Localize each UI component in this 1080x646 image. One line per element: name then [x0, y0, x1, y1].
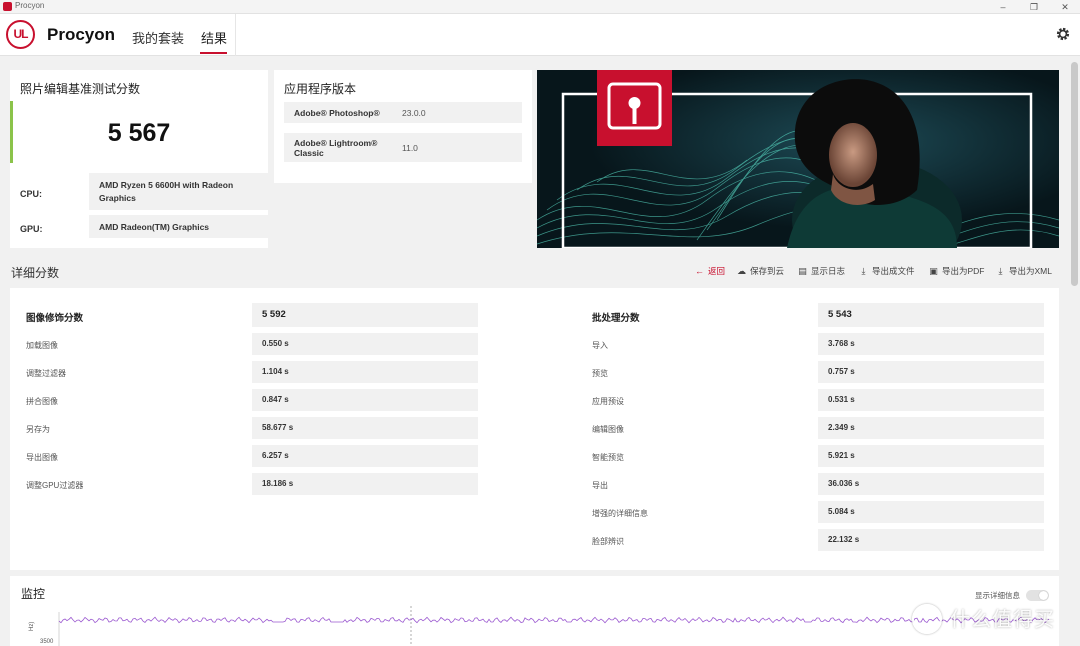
- cpu-label: CPU:: [20, 189, 42, 199]
- brand-name: Procyon: [47, 25, 116, 44]
- benchmark-score-card: 照片编辑基准测试分数 5 567 CPU: AMD Ryzen 5 6600H …: [10, 70, 268, 248]
- watermark-text: 什么值得买: [950, 609, 1055, 631]
- back-button[interactable]: ← 返回: [694, 265, 725, 277]
- document-icon: ▤: [798, 266, 807, 276]
- app-name: Adobe® Photoshop®: [294, 108, 380, 118]
- metric-label: 调整GPU过滤器: [26, 481, 84, 490]
- metric-label: 导入: [592, 341, 608, 350]
- app-version: 11.0: [402, 143, 418, 153]
- app-versions-card: 应用程序版本 Adobe® Photoshop® 23.0.0 Adobe® L…: [274, 70, 532, 183]
- export-pdf-button[interactable]: ▣ 导出为PDF: [928, 265, 984, 277]
- window-titlebar: Procyon – ❐ ✕: [0, 0, 1080, 14]
- download-icon: ⤓: [998, 266, 1003, 276]
- metric-value: 2.349 s: [818, 417, 1044, 439]
- tab-results[interactable]: 结果: [201, 28, 227, 47]
- detailed-scores-title: 详细分数: [11, 266, 60, 280]
- save-icon: ▣: [929, 266, 938, 276]
- metric-value: 5.921 s: [818, 445, 1044, 467]
- metric-label: 编辑图像: [592, 425, 624, 434]
- header-divider: [235, 14, 236, 56]
- banner-artwork: [537, 70, 1059, 248]
- scrollbar-thumb[interactable]: [1071, 62, 1078, 286]
- app-icon: [3, 2, 12, 11]
- metric-label: 应用预设: [592, 397, 624, 406]
- show-details-toggle[interactable]: [1026, 590, 1049, 601]
- settings-gear-icon[interactable]: [1055, 26, 1071, 42]
- group-title: 批处理分数: [592, 313, 640, 324]
- export-xml-button[interactable]: ⤓ 导出为XML: [995, 265, 1052, 277]
- metric-label: 智能预览: [592, 453, 624, 462]
- metric-value: 0.847 s: [252, 389, 478, 411]
- app-version: 23.0.0: [402, 108, 426, 118]
- group-score: 5 543: [818, 303, 1044, 327]
- monitoring-card: 监控 显示详细信息 Hz) 3500: [10, 576, 1059, 646]
- show-log-button[interactable]: ▤ 显示日志: [797, 265, 845, 277]
- metric-value: 1.104 s: [252, 361, 478, 383]
- app-name: Adobe® Lightroom® Classic: [294, 138, 378, 158]
- metric-value: 5.084 s: [818, 501, 1044, 523]
- back-arrow-icon: ←: [695, 266, 704, 276]
- metric-value: 36.036 s: [818, 473, 1044, 495]
- metric-value: 0.757 s: [818, 361, 1044, 383]
- save-to-cloud-button[interactable]: ☁ 保存到云: [736, 265, 784, 277]
- tab-my-suites[interactable]: 我的套装: [132, 28, 184, 47]
- export-file-button[interactable]: ⤓ 导出成文件: [858, 265, 915, 277]
- cloud-upload-icon: ☁: [737, 266, 746, 276]
- metric-label: 增强的详细信息: [592, 509, 648, 518]
- metric-value: 3.768 s: [818, 333, 1044, 355]
- metric-label: 拼合图像: [26, 397, 58, 406]
- metric-value: 18.186 s: [252, 473, 478, 495]
- close-icon[interactable]: ✕: [1050, 0, 1080, 14]
- score-card-title: 照片编辑基准测试分数: [20, 82, 141, 96]
- benchmark-banner-image: [537, 70, 1059, 248]
- maximize-icon[interactable]: ❐: [1019, 0, 1049, 14]
- detailed-scores-card: 图像修饰分数 5 592 加载图像 0.550 s 调整过滤器 1.104 s …: [10, 288, 1059, 570]
- gpu-label: GPU:: [20, 224, 43, 234]
- watermark-icon: [912, 604, 942, 634]
- metric-label: 调整过滤器: [26, 369, 66, 378]
- download-icon: ⤓: [861, 266, 866, 276]
- cpu-value: AMD Ryzen 5 6600H with Radeon Graphics: [89, 173, 268, 210]
- metric-label: 加载图像: [26, 341, 58, 350]
- metric-value: 58.677 s: [252, 417, 478, 439]
- app-versions-title: 应用程序版本: [284, 82, 357, 96]
- metric-value: 0.550 s: [252, 333, 478, 355]
- metric-value: 22.132 s: [818, 529, 1044, 551]
- frequency-chart: [58, 606, 1050, 646]
- app-row-lightroom: Adobe® Lightroom® Classic 11.0: [284, 133, 522, 162]
- metric-label: 脸部辨识: [592, 537, 624, 546]
- overall-score: 5 567: [107, 119, 171, 147]
- metric-value: 0.531 s: [818, 389, 1044, 411]
- metric-label: 导出图像: [26, 453, 58, 462]
- page-scrollbar[interactable]: [1069, 56, 1080, 646]
- window-title: Procyon: [15, 1, 45, 10]
- app-row-photoshop: Adobe® Photoshop® 23.0.0: [284, 102, 522, 123]
- group-title: 图像修饰分数: [26, 313, 84, 324]
- app-header: UL Procyon 我的套装 结果: [0, 14, 1080, 56]
- minimize-icon[interactable]: –: [988, 0, 1018, 14]
- gpu-value: AMD Radeon(TM) Graphics: [89, 215, 268, 238]
- group-score: 5 592: [252, 303, 478, 327]
- metric-label: 预览: [592, 369, 608, 378]
- active-tab-indicator: [200, 52, 227, 54]
- frequency-series-line: [58, 616, 1050, 624]
- ul-logo: UL: [6, 20, 35, 49]
- metric-value: 6.257 s: [252, 445, 478, 467]
- metric-label: 导出: [592, 481, 608, 490]
- metric-label: 另存为: [26, 425, 50, 434]
